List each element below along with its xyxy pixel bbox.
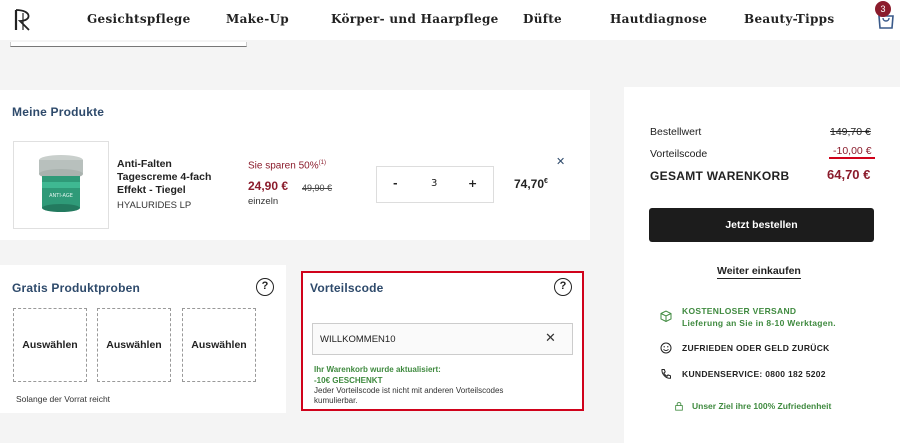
sample-select-button-1[interactable]: Auswählen	[13, 308, 87, 382]
clear-code-icon[interactable]: ✕	[545, 331, 556, 346]
brand-logo[interactable]	[12, 7, 38, 33]
order-now-button[interactable]: Jetzt bestellen	[649, 208, 874, 242]
samples-title: Gratis Produktproben	[12, 281, 141, 295]
products-title: Meine Produkte	[12, 105, 105, 119]
nav-make-up[interactable]: Make-Up	[226, 12, 289, 26]
voucher-gift-msg: -10€ GESCHENKT	[314, 376, 383, 385]
cream-jar-image: ANTI-AGE	[39, 155, 83, 212]
cart-count-badge: 3	[875, 1, 891, 17]
samples-note: Solange der Vorrat reicht	[16, 394, 111, 404]
nav-hautdiagnose[interactable]: Hautdiagnose	[610, 12, 707, 26]
phone-icon	[661, 369, 671, 379]
smiley-icon	[660, 342, 672, 354]
product-price: 24,90 €	[248, 179, 289, 193]
product-subtitle: HYALURIDES LP	[117, 200, 192, 211]
quantity-stepper: - 3 +	[376, 166, 494, 203]
voucher-note-line2: kumulierbar.	[314, 396, 358, 405]
voucher-discount-value: -10,00 €	[833, 145, 872, 157]
quantity-increment-button[interactable]: +	[468, 177, 477, 190]
nav-koerper-haarpflege[interactable]: Körper- und Haarpflege	[331, 12, 499, 26]
savings-label: Sie sparen 50%(1)	[248, 160, 326, 171]
sample-select-button-3[interactable]: Auswählen	[182, 308, 256, 382]
nav-beauty-tipps[interactable]: Beauty-Tipps	[744, 12, 834, 26]
price-unit: einzeln	[248, 196, 279, 207]
nav-gesichtspflege[interactable]: Gesichtspflege	[87, 12, 191, 26]
continue-shopping-link[interactable]: Weiter einkaufen	[717, 265, 801, 279]
line-total-value: 74,70	[514, 177, 545, 191]
samples-help-icon[interactable]: ?	[256, 278, 274, 296]
voucher-code-value: WILLKOMMEN10	[320, 334, 396, 345]
cart-total-label: GESAMT WARENKORB	[650, 169, 790, 183]
input-remnant	[10, 42, 247, 47]
line-total: 74,70€	[514, 177, 548, 191]
shipping-subtitle: Lieferung an Sie in 8-10 Werktagen.	[682, 318, 836, 328]
savings-footnote: (1)	[318, 160, 326, 166]
voucher-help-icon[interactable]: ?	[554, 278, 572, 296]
order-value-label: Bestellwert	[650, 126, 702, 138]
order-value: 149,70 €	[830, 126, 871, 138]
customer-service-text: KUNDENSERVICE: 0800 182 5202	[682, 369, 826, 379]
box-icon	[660, 310, 672, 322]
guarantee-text: Unser Ziel ihre 100% Zufriedenheit	[692, 401, 832, 411]
svg-text:ANTI-AGE: ANTI-AGE	[49, 193, 73, 199]
quantity-value[interactable]: 3	[431, 178, 437, 189]
discount-highlight-underline	[829, 157, 875, 159]
shipping-title: KOSTENLOSER VERSAND	[682, 306, 797, 316]
product-image[interactable]: ANTI-AGE	[13, 141, 109, 229]
line-total-currency: €	[544, 178, 548, 185]
savings-text: Sie sparen 50%	[248, 160, 319, 172]
quantity-decrement-button[interactable]: -	[393, 177, 398, 190]
voucher-updated-msg: Ihr Warenkorb wurde aktualisiert:	[314, 365, 441, 374]
remove-item-icon[interactable]: ✕	[556, 155, 565, 168]
lock-icon	[675, 402, 683, 411]
voucher-discount-label: Vorteilscode	[650, 148, 708, 160]
voucher-note-line1: Jeder Vorteilscode ist nicht mit anderen…	[314, 386, 504, 395]
voucher-title: Vorteilscode	[310, 281, 384, 295]
cart-total-value: 64,70 €	[827, 167, 871, 182]
sample-select-button-2[interactable]: Auswählen	[97, 308, 171, 382]
top-navigation: Gesichtspflege Make-Up Körper- und Haarp…	[0, 0, 900, 40]
voucher-code-input[interactable]: WILLKOMMEN10 ✕	[312, 323, 573, 355]
satisfaction-text: ZUFRIEDEN ODER GELD ZURÜCK	[682, 343, 830, 353]
product-old-price: 49,90 €	[302, 183, 333, 193]
nav-duefte[interactable]: Düfte	[523, 12, 562, 26]
product-name[interactable]: Anti-Falten Tagescreme 4-fach Effekt - T…	[117, 158, 227, 197]
